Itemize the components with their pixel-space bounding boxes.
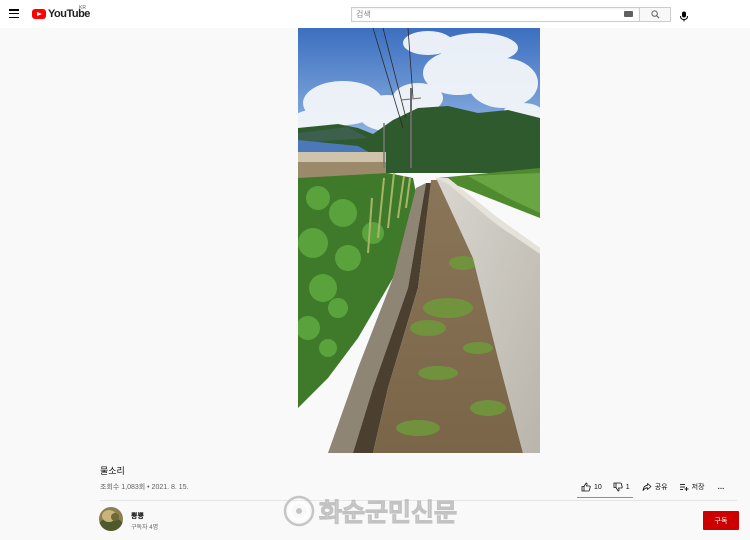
top-bar: YouTube KR: [0, 0, 750, 28]
video-meta: 조회수 1,083회 • 2021. 8. 15.: [100, 484, 189, 491]
video-frame: [298, 28, 540, 453]
watermark-text: 화순군민신문: [318, 498, 458, 528]
playlist-add-icon: [679, 484, 689, 491]
search-icon: [650, 10, 659, 19]
region-code: KR: [79, 5, 86, 11]
channel-name[interactable]: 뿅뿅: [131, 511, 144, 521]
share-button[interactable]: 공유: [642, 482, 668, 492]
like-ratio-bar: [577, 497, 633, 498]
youtube-play-icon: [32, 9, 46, 19]
search-input[interactable]: [351, 7, 639, 22]
microphone-icon[interactable]: [679, 9, 689, 22]
subscriber-count: 구독자 4명: [131, 525, 159, 531]
subscribe-button[interactable]: 구독: [703, 511, 739, 530]
like-count: 10: [594, 483, 602, 491]
thumbs-down-icon: [613, 482, 623, 492]
thumbs-up-icon: [581, 482, 591, 492]
like-button[interactable]: 10: [581, 482, 602, 492]
hamburger-menu-icon[interactable]: [9, 9, 19, 18]
video-title: 물소리: [100, 466, 125, 476]
dislike-count: 1: [625, 483, 630, 491]
save-button[interactable]: 저장: [679, 482, 705, 492]
share-label: 공유: [654, 484, 668, 491]
video-player[interactable]: [298, 28, 540, 453]
search-button[interactable]: [639, 7, 671, 22]
save-label: 저장: [691, 484, 705, 491]
more-actions-icon[interactable]: …: [717, 484, 725, 491]
dislike-button[interactable]: 1: [613, 482, 630, 492]
keyboard-icon[interactable]: [624, 11, 633, 17]
watermark: 화순군민신문: [283, 493, 473, 529]
channel-avatar[interactable]: [99, 507, 123, 531]
share-icon: [642, 483, 652, 491]
action-bar: 10 1 공유 저장 …: [581, 480, 725, 494]
more-label: …: [717, 483, 725, 491]
watermark-emblem-icon: [283, 495, 315, 527]
search-bar: [351, 7, 671, 22]
